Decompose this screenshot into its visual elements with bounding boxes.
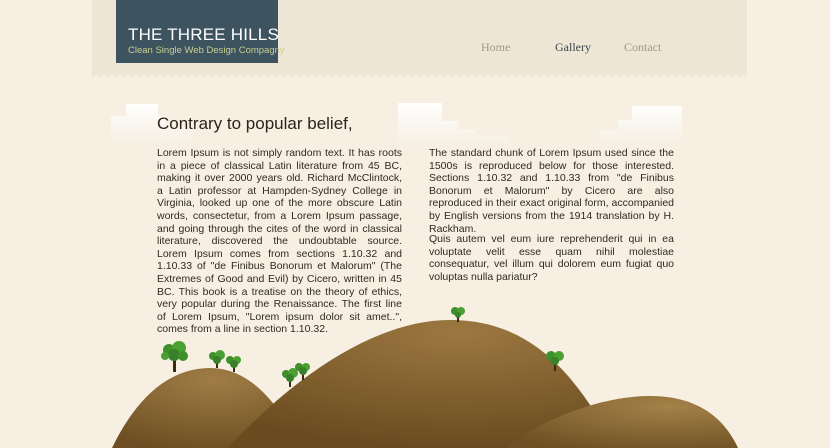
hills-illustration <box>112 307 738 448</box>
site-tagline: Clean Single Web Design Compagny <box>128 45 285 56</box>
nav-gallery[interactable]: Gallery <box>555 40 591 55</box>
page-heading: Contrary to popular belief, <box>157 114 353 133</box>
nav-contact[interactable]: Contact <box>624 40 661 55</box>
cloud-right-decoration <box>600 106 682 144</box>
right-paragraph-1: The standard chunk of Lorem Ipsum used s… <box>429 147 674 235</box>
cloud-center-decoration <box>398 103 508 147</box>
site-title: THE THREE HILLS <box>128 25 280 44</box>
header-zigzag-edge <box>92 73 747 79</box>
tree-icon <box>161 341 188 372</box>
tree-icon <box>209 350 225 368</box>
nav-home[interactable]: Home <box>481 40 510 55</box>
right-paragraph-2: Quis autem vel eum iure reprehenderit qu… <box>429 233 674 283</box>
logo[interactable]: THE THREE HILLS Clean Single Web Design … <box>116 0 285 63</box>
tree-icon <box>226 356 241 372</box>
tree-icon <box>451 307 465 322</box>
tree-icon <box>282 368 298 387</box>
